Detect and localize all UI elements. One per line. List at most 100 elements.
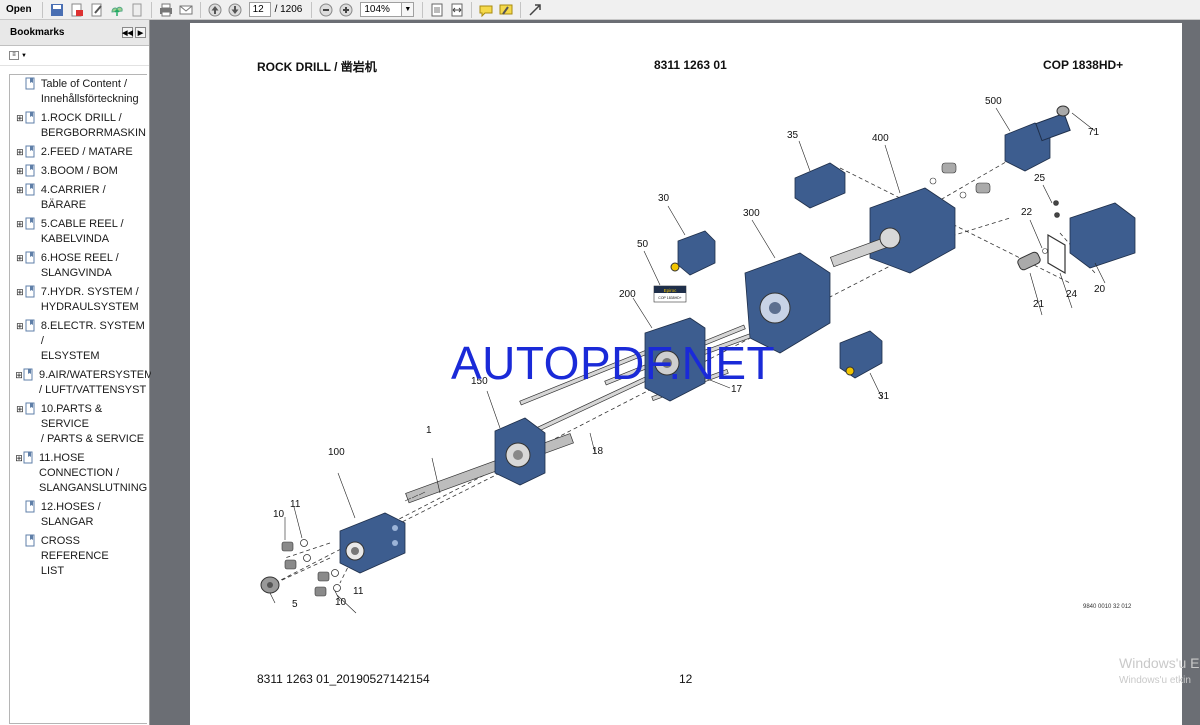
save-icon[interactable]	[47, 1, 67, 19]
drawing-code: 9840 0010 32 012	[1083, 604, 1132, 610]
part-35-valve	[794, 162, 846, 209]
callout-31: 31	[878, 391, 890, 402]
zoom-in-icon[interactable]	[336, 1, 356, 19]
bookmark-tree: Table of Content / Innehållsförteckning ⊞…	[9, 74, 154, 724]
page-number-input[interactable]	[248, 2, 271, 17]
part-24-gasket	[1047, 233, 1066, 275]
part-150-flange	[494, 417, 546, 486]
expand-plus-icon[interactable]: ⊞	[15, 251, 25, 281]
bookmark-item[interactable]: CROSS REFERENCE LIST	[10, 534, 147, 583]
bookmark-item[interactable]: ⊞ 11.HOSE CONNECTION / SLANGANSLUTNING	[10, 451, 147, 500]
bookmark-label: 3.BOOM / BOM	[40, 165, 118, 177]
next-page-icon[interactable]	[225, 1, 245, 19]
bookmark-label: 4.CARRIER / BÄRARE	[40, 184, 106, 211]
bookmark-label: 11.HOSE CONNECTION / SLANGANSLUTNING	[39, 452, 148, 494]
toolbar-separator	[41, 1, 43, 18]
part-20-motor	[1069, 202, 1136, 269]
bookmark-label: 2.FEED / MATARE	[40, 146, 133, 158]
bookmark-item[interactable]: 12.HOSES / SLANGAR	[10, 500, 147, 534]
edit-icon[interactable]	[87, 1, 107, 19]
bookmark-icon	[25, 164, 35, 177]
expand-icon[interactable]	[525, 1, 545, 19]
toolbar-separator	[520, 1, 522, 18]
callout-1: 1	[426, 425, 432, 436]
callout-100: 100	[328, 447, 345, 458]
bookmark-item[interactable]: ⊞ 4.CARRIER / BÄRARE	[10, 183, 147, 217]
chevron-down-icon[interactable]: ▼	[21, 53, 27, 59]
part-5-cap	[260, 576, 280, 594]
bookmark-item[interactable]: ⊞ 6.HOSE REEL / SLANGVINDA	[10, 251, 147, 285]
expand-plus-icon[interactable]: ⊞	[15, 145, 25, 160]
label-plate-brand: Epiroc	[664, 288, 678, 293]
zoom-out-icon[interactable]	[316, 1, 336, 19]
bookmark-label: 9.AIR/WATERSYSTEM / LUFT/VATTENSYST	[39, 369, 154, 396]
bookmark-item[interactable]: ⊞ 1.ROCK DRILL / BERGBORRMASKIN	[10, 111, 147, 145]
callout-400: 400	[872, 133, 889, 144]
email-icon[interactable]	[176, 1, 196, 19]
bookmark-icon	[25, 145, 35, 158]
part-100-front-head	[339, 512, 406, 574]
part-10-sleeves	[281, 541, 330, 597]
bookmark-item[interactable]: ⊞ 2.FEED / MATARE	[10, 145, 147, 164]
collapse-panel-icon[interactable]: ◀◀	[122, 27, 133, 38]
chevron-down-icon[interactable]: ▼	[402, 2, 415, 17]
toolbar: Open / 1206 104% ▼	[0, 0, 1200, 20]
bookmark-options-bar: ≡ ▼	[0, 46, 149, 66]
print-icon[interactable]	[156, 1, 176, 19]
watermark-text: AUTOPDF.NET	[451, 337, 776, 389]
bookmark-item[interactable]: ⊞ 7.HYDR. SYSTEM / HYDRAULSYSTEM	[10, 285, 147, 319]
activation-line-1: Windows'u E	[1119, 655, 1200, 671]
zoom-level-field[interactable]: 104%	[360, 2, 403, 17]
bookmark-icon	[25, 183, 35, 196]
bookmark-icon	[25, 402, 35, 415]
part-71-plug	[1056, 105, 1070, 117]
expand-plus-icon[interactable]: ⊞	[15, 451, 23, 496]
callout-500: 500	[985, 96, 1002, 107]
bookmark-item[interactable]: ⊞ 9.AIR/WATERSYSTEM / LUFT/VATTENSYST	[10, 368, 154, 402]
bookmark-label: CROSS REFERENCE LIST	[40, 535, 109, 577]
expand-plus-icon[interactable]: ⊞	[15, 183, 25, 213]
highlight-icon[interactable]	[496, 1, 516, 19]
callout-71: 71	[1088, 127, 1100, 138]
expand-plus-icon[interactable]: ⊞	[15, 402, 25, 447]
open-button[interactable]: Open	[0, 4, 38, 15]
bookmark-item[interactable]: ⊞ 5.CABLE REEL / KABELVINDA	[10, 217, 147, 251]
upload-icon[interactable]	[107, 1, 127, 19]
page-footer-document: 8311 1263 01_20190527142154	[257, 672, 430, 686]
bookmarks-header: Bookmarks ◀◀ ▶	[0, 20, 149, 46]
previous-page-icon[interactable]	[205, 1, 225, 19]
part-30-cover	[670, 230, 716, 276]
bookmark-item[interactable]: ⊞ 8.ELECTR. SYSTEM / ELSYSTEM	[10, 319, 147, 368]
expand-plus-icon[interactable]: ⊞	[15, 111, 25, 141]
expand-plus-icon[interactable]: ⊞	[15, 164, 25, 179]
fit-page-icon[interactable]	[427, 1, 447, 19]
bookmark-item[interactable]: ⊞ 3.BOOM / BOM	[10, 164, 147, 183]
expand-plus-icon[interactable]: ⊞	[15, 319, 25, 364]
bookmark-icon	[25, 217, 35, 230]
bookmark-icon	[25, 319, 35, 332]
bookmark-icon	[23, 368, 33, 381]
comment-icon[interactable]	[476, 1, 496, 19]
document-icon[interactable]	[127, 1, 147, 19]
toolbar-separator	[150, 1, 152, 18]
bookmark-item[interactable]: ⊞ 10.PARTS & SERVICE / PARTS & SERVICE	[10, 402, 147, 451]
part-1-shaft	[404, 433, 574, 504]
callout-24: 24	[1066, 289, 1078, 300]
panel-arrow-icon[interactable]: ▶	[135, 27, 146, 38]
callout-300: 300	[743, 208, 760, 219]
bookmark-item[interactable]: Table of Content / Innehållsförteckning	[10, 77, 147, 111]
page-total: / 1206	[274, 4, 303, 15]
bookmark-icon	[25, 534, 35, 547]
expand-plus-icon[interactable]: ⊞	[15, 368, 23, 398]
fit-width-icon[interactable]	[447, 1, 467, 19]
create-pdf-icon[interactable]	[67, 1, 87, 19]
expand-plus-icon[interactable]: ⊞	[15, 285, 25, 315]
document-viewer[interactable]: ROCK DRILL / 凿岩机 8311 1263 01 COP 1838HD…	[151, 20, 1200, 725]
bookmark-icon	[25, 251, 35, 264]
expand-plus-icon[interactable]: ⊞	[15, 217, 25, 247]
bookmark-icon	[25, 77, 35, 90]
options-menu-icon[interactable]: ≡	[9, 51, 19, 60]
callout-11: 11	[353, 586, 364, 597]
pdf-page: ROCK DRILL / 凿岩机 8311 1263 01 COP 1838HD…	[190, 23, 1182, 725]
bookmark-label: 5.CABLE REEL / KABELVINDA	[40, 218, 124, 245]
